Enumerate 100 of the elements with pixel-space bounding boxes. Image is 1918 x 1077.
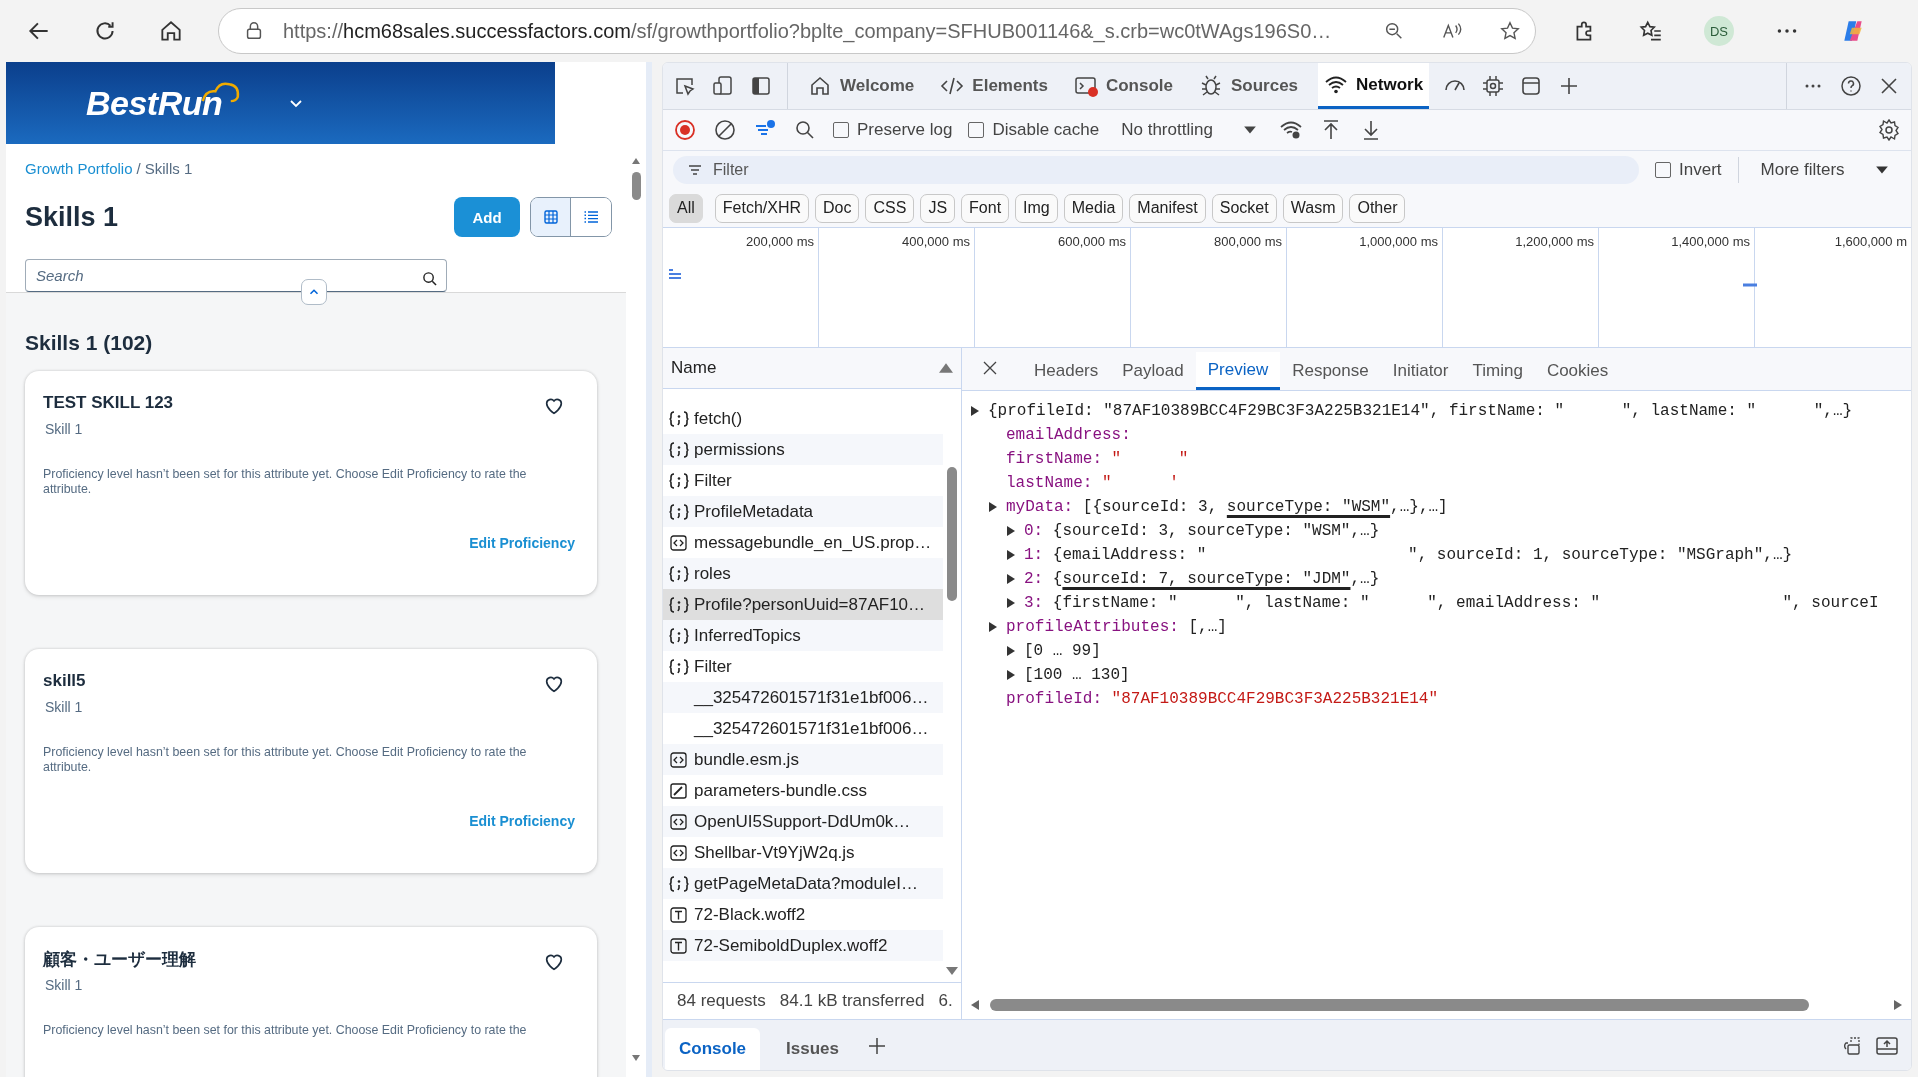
clear-icon[interactable] <box>713 118 737 142</box>
type-filter-chip[interactable]: Font <box>961 193 1010 223</box>
timeline-tick: 1,000,000 ms <box>1359 234 1438 250</box>
request-row[interactable]: OpenUI5Support-DdUm0k… <box>663 806 943 837</box>
preserve-log-checkbox[interactable]: Preserve log <box>833 120 953 140</box>
timeline-tick: 1,600,000 m <box>1834 234 1907 250</box>
type-filter-chip[interactable]: JS <box>920 193 956 223</box>
drawer-tab[interactable]: Console <box>665 1028 761 1070</box>
request-row[interactable]: bundle.esm.js <box>663 744 943 775</box>
detail-tab[interactable]: Cookies <box>1534 352 1621 390</box>
scroll-down-icon[interactable] <box>946 966 958 976</box>
type-filter-chip[interactable]: Other <box>1349 193 1406 223</box>
invert-checkbox[interactable]: Invert <box>1655 160 1722 180</box>
settings-icon[interactable] <box>1877 118 1901 142</box>
devtools-tab[interactable]: Welcome <box>802 63 921 109</box>
more-filters-dropdown[interactable]: More filters <box>1754 159 1895 181</box>
request-row[interactable]: messagebundle_en_US.prop… <box>663 527 943 558</box>
scrollbar-thumb[interactable] <box>990 999 1809 1011</box>
search-field[interactable]: Search <box>25 259 447 292</box>
request-row[interactable]: Shellbar-Vt9YjW2q.js <box>663 837 943 868</box>
json-line: emailAddress: <box>1006 426 1131 444</box>
expand-arrow-icon[interactable] <box>988 621 998 633</box>
timeline-tick: 800,000 ms <box>1214 234 1282 250</box>
detail-tab[interactable]: Preview <box>1195 352 1281 390</box>
device-icon[interactable] <box>711 74 735 98</box>
expand-arrow-icon[interactable] <box>1006 669 1016 681</box>
record-icon[interactable] <box>673 118 697 142</box>
help-icon[interactable] <box>1839 74 1863 98</box>
drawer-tab[interactable]: Issues <box>772 1028 853 1070</box>
detail-tab[interactable]: Timing <box>1460 352 1535 390</box>
request-row[interactable]: fetch() <box>663 403 943 434</box>
request-row[interactable]: ProfileMetadata <box>663 496 943 527</box>
request-row[interactable]: permissions <box>663 434 943 465</box>
expand-arrow-icon[interactable] <box>1006 645 1016 657</box>
close-icon[interactable] <box>982 360 998 376</box>
address-bar[interactable]: https://hcm68sales.successfactors.com/sf/growthportfolio?bplte_company=SFHUB001146&_s.crb=wc0tWAgs196S0… <box>218 8 1536 54</box>
grid-view-button[interactable] <box>531 198 571 236</box>
breadcrumb-current: Skills 1 <box>144 160 193 177</box>
breadcrumb-link[interactable]: Growth Portfolio <box>25 160 133 177</box>
request-row[interactable]: Filter <box>663 465 943 496</box>
devtools-tab[interactable]: Console <box>1067 63 1179 109</box>
type-filter-chip[interactable]: Fetch/XHR <box>714 193 810 223</box>
detail-tab[interactable]: Headers <box>1022 352 1111 390</box>
request-row[interactable]: 72-SemiboldDuplex.woff2 <box>663 930 943 961</box>
add-button[interactable]: Add <box>454 197 520 237</box>
chip-gear-icon[interactable] <box>1481 74 1506 98</box>
zoom-out-icon[interactable] <box>1383 20 1405 42</box>
scrollbar-thumb[interactable] <box>947 467 957 601</box>
edit-proficiency-link[interactable]: Edit Proficiency <box>469 813 575 829</box>
detail-tab[interactable]: Response <box>1280 352 1381 390</box>
request-row[interactable]: parameters-bundle.css <box>663 775 943 806</box>
filter-field[interactable]: Filter <box>673 156 1639 184</box>
type-filter-chip[interactable]: All <box>669 193 703 223</box>
throttling-dropdown[interactable]: No throttling <box>1115 119 1263 141</box>
devtools-tab[interactable]: Sources <box>1193 63 1305 109</box>
request-row[interactable]: __325472601571f31e1bf006… <box>663 682 943 713</box>
devtools-tab[interactable]: Elements <box>934 63 1054 109</box>
request-row[interactable]: Filter <box>663 651 943 682</box>
name-column-header[interactable]: Name <box>671 358 717 378</box>
scroll-down-icon[interactable] <box>630 1053 642 1063</box>
expand-arrow-icon[interactable] <box>1006 573 1016 585</box>
dock-icon[interactable] <box>749 74 773 98</box>
star-icon[interactable] <box>1499 20 1521 42</box>
request-row[interactable]: 72-Black.woff2 <box>663 899 943 930</box>
sort-up-icon[interactable] <box>939 362 953 374</box>
devtools-tab[interactable]: Network <box>1318 63 1430 109</box>
scrollbar-thumb[interactable] <box>631 172 641 200</box>
type-filter-chip[interactable]: Wasm <box>1282 193 1344 223</box>
type-filter-chip[interactable]: Socket <box>1211 193 1277 223</box>
disable-cache-checkbox[interactable]: Disable cache <box>968 120 1100 140</box>
type-filter-chip[interactable]: Img <box>1015 193 1058 223</box>
request-row[interactable]: roles <box>663 558 943 589</box>
search-icon[interactable] <box>422 271 437 286</box>
type-filter-chip[interactable]: CSS <box>865 193 915 223</box>
scroll-right-icon[interactable] <box>1893 999 1903 1011</box>
status-text: 6. <box>938 991 953 1011</box>
detail-tab[interactable]: Initiator <box>1380 352 1461 390</box>
type-filter-chip[interactable]: Media <box>1063 193 1124 223</box>
request-row[interactable]: Profile?personUuid=87AF10… <box>663 589 943 620</box>
expand-arrow-icon[interactable] <box>1006 549 1016 561</box>
script-icon <box>669 813 689 830</box>
script-icon <box>669 844 689 861</box>
skill-description: Proficiency level hasn’t been set for this attribute yet. Choose Edit Proficiency to rate the attribute. <box>43 467 528 497</box>
scroll-up-icon[interactable] <box>630 156 642 166</box>
request-row[interactable]: InferredTopics <box>663 620 943 651</box>
type-filter-chip[interactable]: Manifest <box>1129 193 1206 223</box>
detail-tab[interactable]: Payload <box>1110 352 1196 390</box>
expand-arrow-icon[interactable] <box>1006 597 1016 609</box>
profile-avatar[interactable]: DS <box>1704 16 1734 46</box>
expand-arrow-icon[interactable] <box>1006 525 1016 537</box>
type-filter-chip[interactable]: Doc <box>815 193 860 223</box>
edit-proficiency-link[interactable]: Edit Proficiency <box>469 535 575 551</box>
logo[interactable]: BestRun <box>86 83 223 123</box>
breadcrumb-separator: / <box>136 160 141 177</box>
dock-panel-icon[interactable] <box>1875 1034 1899 1058</box>
request-row[interactable]: __325472601571f31e1bf006… <box>663 713 943 744</box>
request-row[interactable]: getPageMetaData?moduleI… <box>663 868 943 899</box>
expand-arrow-icon[interactable] <box>988 501 998 513</box>
scroll-left-icon[interactable] <box>970 999 980 1011</box>
expand-arrow-icon[interactable] <box>970 405 980 417</box>
